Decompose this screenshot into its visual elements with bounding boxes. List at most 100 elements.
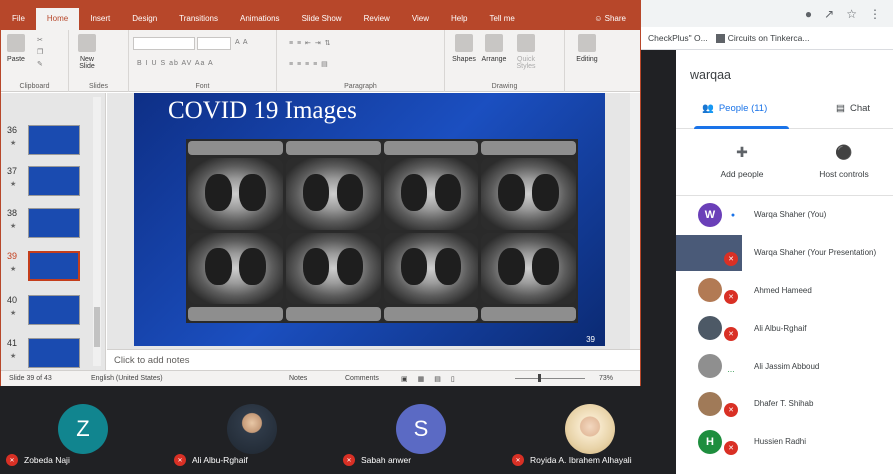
zoom-slider[interactable]	[515, 378, 585, 379]
bookmark-checkplus[interactable]: CheckPlus" O...	[648, 33, 708, 43]
font-name-select[interactable]	[133, 37, 195, 50]
tile-name-label: Zobeda Naji	[24, 455, 70, 465]
video-tiles: Z ✕ Zobeda Naji ✕ Ali Albu-Rghaif S ✕ Sabah anw…	[0, 386, 676, 474]
notes-button[interactable]: Notes	[289, 375, 307, 382]
thumbnail-number: 37	[7, 166, 18, 176]
tile-name: ✕ Ali Albu-Rghaif	[174, 454, 248, 466]
ribbon-tab[interactable]: Help	[440, 8, 478, 30]
speaking-icon: ●	[726, 208, 740, 222]
mic-off-icon: ✕	[724, 402, 738, 417]
view-buttons[interactable]: ▣▦▤▯	[401, 375, 465, 383]
thumbnail-image	[28, 208, 80, 238]
ribbon-tab[interactable]: Transitions	[168, 8, 229, 30]
ct-slice	[383, 232, 479, 304]
camera-icon[interactable]: ●	[805, 7, 812, 21]
star-icon[interactable]: ☆	[846, 7, 857, 21]
ribbon-tab[interactable]: Design	[121, 8, 168, 30]
font-size-buttons[interactable]: A A	[235, 39, 249, 46]
copy-icon[interactable]: ❐	[37, 48, 44, 56]
menu-icon[interactable]: ⋮	[869, 7, 881, 21]
ribbon-tab[interactable]: Review	[353, 8, 401, 30]
slide-thumbnail[interactable]: 38 ★	[6, 208, 101, 244]
current-slide[interactable]: COVID 19 Images 39	[134, 93, 605, 346]
ribbon-tab[interactable]: Tell me	[478, 8, 525, 30]
slide-number: 39	[586, 335, 595, 344]
slide-thumbnail[interactable]: 37 ★	[6, 166, 101, 202]
participant-row[interactable]: W ● Warqa Shaher (You)	[676, 196, 893, 234]
ribbon-tab[interactable]: View	[401, 8, 440, 30]
participant-row[interactable]: ✕ Warqa Shaher (Your Presentation)	[676, 234, 893, 272]
bookmark-label: Circuits on Tinkerca...	[727, 32, 810, 43]
bookmark-tinkercad[interactable]: Circuits on Tinkerca...	[715, 32, 810, 44]
thumbnail-image	[28, 251, 80, 281]
paragraph-label: Paragraph	[344, 83, 377, 90]
group-drawing: Shapes Arrange Quick Styles Drawing	[445, 30, 565, 92]
zoom-level[interactable]: 73%	[599, 375, 613, 382]
avatar: H	[698, 429, 722, 454]
editing-button[interactable]: Editing	[571, 34, 603, 63]
ct-scan-image[interactable]	[186, 139, 578, 323]
mic-off-icon: ✕	[174, 454, 186, 466]
list-buttons[interactable]: ≡ ≡ ⇤ ⇥ ⇅	[289, 39, 332, 47]
participant-row[interactable]: ⋯ Ali Jassim Abboud	[676, 347, 893, 385]
arrange-label: Arrange	[481, 56, 507, 63]
arrange-button[interactable]: Arrange	[479, 34, 509, 63]
tab-people[interactable]: 👥 People (11)	[702, 103, 767, 114]
align-buttons[interactable]: ≡ ≡ ≡ ≡ ▤	[289, 60, 329, 68]
editor-scrollbar[interactable]	[630, 93, 640, 349]
animation-star-icon: ★	[10, 353, 17, 360]
avatar	[698, 278, 722, 303]
thumbnail-number: 40	[7, 295, 18, 305]
format-painter-icon[interactable]: ✎	[37, 60, 44, 68]
participant-row[interactable]: ✕ Ali Albu-Rghaif	[676, 309, 893, 347]
panel-tabs: 👥 People (11) ▤ Chat	[676, 95, 893, 129]
slide-thumbnail[interactable]: ★	[6, 93, 101, 99]
slide-title[interactable]: COVID 19 Images	[168, 97, 357, 125]
participant-row[interactable]: H ✕ Hussien Radhi	[676, 423, 893, 461]
tab-chat[interactable]: ▤ Chat	[836, 103, 870, 114]
participant-row[interactable]: ✕ Dhafer T. Shihab	[676, 385, 893, 423]
ribbon-tab[interactable]: Home	[35, 8, 80, 30]
zoom-slider-handle[interactable]	[538, 374, 541, 382]
meeting-title: warqaa	[690, 68, 731, 82]
comments-button[interactable]: Comments	[345, 375, 379, 382]
add-people-button[interactable]: ✚ Add people	[692, 144, 792, 179]
participant-avatar	[227, 404, 277, 454]
host-controls-button[interactable]: ⚫ Host controls	[794, 144, 893, 179]
group-editing: Editing	[565, 30, 609, 92]
language-indicator[interactable]: English (United States)	[91, 375, 163, 382]
quick-styles-button[interactable]: Quick Styles	[511, 34, 541, 70]
tile-name: ✕ Zobeda Naji	[6, 454, 70, 466]
new-slide-button[interactable]: New Slide	[75, 34, 99, 70]
avatar	[698, 354, 722, 379]
participant-name: Warqa Shaher (Your Presentation)	[754, 248, 877, 258]
paste-button[interactable]: Paste	[7, 34, 25, 63]
ct-slice	[383, 141, 479, 155]
cut-icon[interactable]: ✂	[37, 36, 44, 44]
new-slide-label: New Slide	[79, 56, 95, 70]
font-size-select[interactable]	[197, 37, 231, 50]
slide-thumbnail[interactable]: 39 ★	[6, 251, 101, 287]
status-bar: Slide 39 of 43 English (United States) N…	[1, 370, 640, 386]
shapes-label: Shapes	[452, 56, 476, 63]
shapes-button[interactable]: Shapes	[449, 34, 479, 63]
notes-pane[interactable]: Click to add notes	[107, 349, 640, 370]
slide-thumbnail[interactable]: 40 ★	[6, 295, 101, 331]
group-clipboard: Paste ✂ ❐ ✎ Clipboard	[1, 30, 69, 92]
share-button[interactable]: ☺ Share	[594, 14, 626, 23]
participant-row[interactable]: ✕ Ahmed Hameed	[676, 272, 893, 310]
ribbon-tab[interactable]: Insert	[79, 8, 121, 30]
ribbon-tab[interactable]: File	[1, 8, 36, 30]
ct-slice	[285, 141, 381, 155]
slide-thumbnail[interactable]: 41 ★	[6, 338, 101, 370]
ppt-titlebar	[1, 1, 640, 8]
mic-off-icon: ✕	[724, 251, 738, 266]
slide-thumbnail[interactable]: 36 ★	[6, 125, 101, 161]
ribbon-tab[interactable]: Slide Show	[291, 8, 353, 30]
font-format-buttons[interactable]: B I U S ab AV Aa A	[137, 60, 214, 67]
tile-name: ✕ Royida A. Ibrahem Alhayali	[512, 454, 632, 466]
ribbon-tab[interactable]: Animations	[229, 8, 291, 30]
avatar: W	[698, 202, 722, 227]
share-icon[interactable]: ↗	[824, 7, 834, 21]
slide-counter: Slide 39 of 43	[9, 375, 52, 382]
